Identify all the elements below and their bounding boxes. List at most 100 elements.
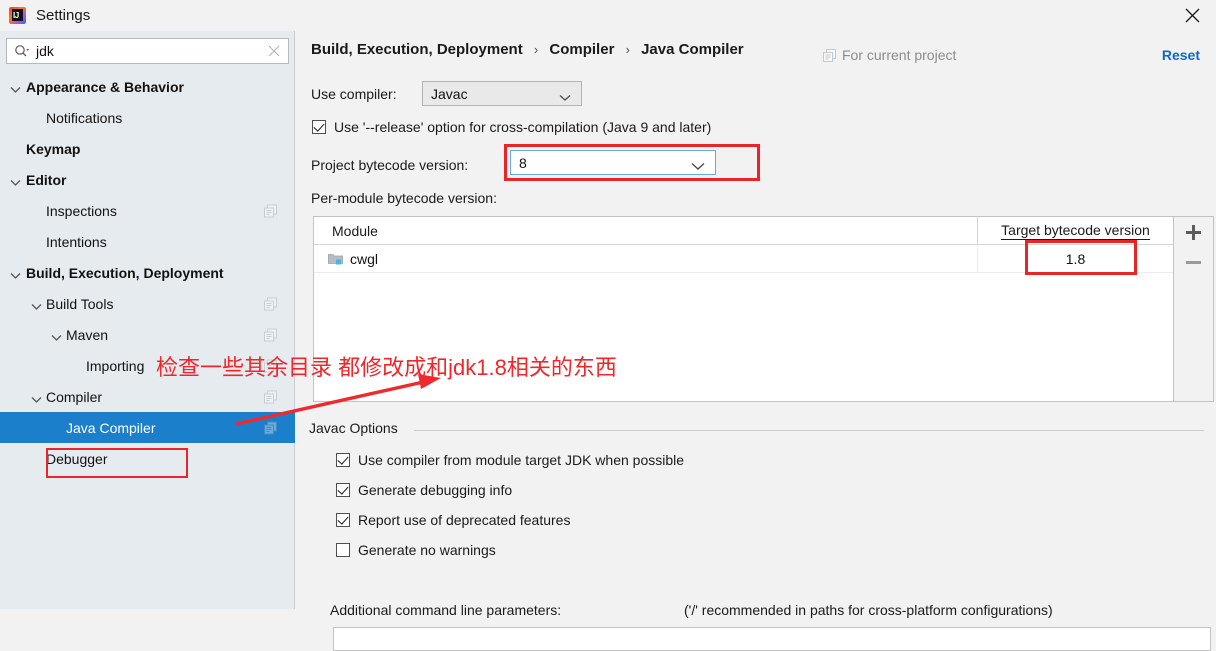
table-cell-module[interactable]: cwgl xyxy=(314,245,978,272)
sidebar-item-label: Editor xyxy=(26,171,67,188)
remove-module-button[interactable] xyxy=(1174,247,1212,277)
sidebar-item-appearance-behavior[interactable]: Appearance & Behavior xyxy=(0,71,295,102)
for-current-project-indicator: For current project xyxy=(823,47,956,63)
additional-parameters-hint: ('/' recommended in paths for cross-plat… xyxy=(684,602,1053,618)
reset-link[interactable]: Reset xyxy=(1162,47,1200,63)
sidebar-item-build-tools[interactable]: Build Tools xyxy=(0,288,295,319)
add-module-button[interactable] xyxy=(1174,217,1212,247)
column-header-module[interactable]: Module xyxy=(314,217,978,244)
sidebar-item-label: Compiler xyxy=(46,388,103,405)
settings-main-panel: Build, Execution, Deployment › Compiler … xyxy=(296,31,1216,651)
breadcrumb-part-3: Java Compiler xyxy=(641,41,744,58)
copy-settings-icon xyxy=(264,204,277,217)
checkbox-label: Report use of deprecated features xyxy=(358,512,571,528)
sidebar-item-notifications[interactable]: Notifications xyxy=(0,102,295,133)
chevron-down-icon xyxy=(559,90,571,105)
sidebar-item-keymap[interactable]: Keymap xyxy=(0,133,295,164)
chevron-down-icon[interactable] xyxy=(31,392,43,404)
use-compiler-dropdown[interactable]: Javac xyxy=(422,81,582,106)
copy-settings-icon xyxy=(264,421,277,434)
close-icon[interactable] xyxy=(1168,0,1216,31)
breadcrumb-separator: › xyxy=(533,42,539,57)
sidebar-item-compiler[interactable]: Compiler xyxy=(0,381,295,412)
sidebar-item-label: Notifications xyxy=(46,109,123,126)
column-header-target-label: Target bytecode version xyxy=(1001,221,1150,240)
copy-settings-icon xyxy=(823,48,836,62)
project-bytecode-version-label: Project bytecode version: xyxy=(311,157,469,173)
checkbox-box xyxy=(312,120,326,134)
chevron-down-icon[interactable] xyxy=(31,299,43,311)
sidebar-item-label: Build Tools xyxy=(46,295,114,312)
table-header: Module Target bytecode version xyxy=(314,217,1173,245)
chevron-down-icon xyxy=(691,159,705,174)
table-body: cwgl 1.8 xyxy=(314,245,1173,273)
checkbox-label: Generate debugging info xyxy=(358,482,513,498)
module-folder-icon xyxy=(328,252,343,265)
settings-sidebar: jdk Appearance & Behavior Notifications Ke… xyxy=(0,31,295,609)
title-bar: IJ Settings xyxy=(0,0,1216,31)
table-cell-target-bytecode-version[interactable]: 1.8 xyxy=(978,245,1173,272)
checkbox-label: Generate no warnings xyxy=(358,542,496,558)
checkbox-label: Use compiler from module target JDK when… xyxy=(358,452,685,468)
sidebar-item-intentions[interactable]: Intentions xyxy=(0,226,295,257)
sidebar-item-debugger[interactable]: Debugger xyxy=(0,443,295,474)
sidebar-item-editor[interactable]: Editor xyxy=(0,164,295,195)
project-bytecode-version-value: 8 xyxy=(519,154,527,171)
sidebar-item-label: Java Compiler xyxy=(66,419,156,436)
for-current-project-label: For current project xyxy=(842,47,957,63)
checkbox-box xyxy=(336,453,350,467)
search-input[interactable]: jdk xyxy=(6,38,289,64)
search-value: jdk xyxy=(36,43,54,59)
generate-debugging-info-checkbox[interactable]: Generate debugging info xyxy=(336,482,512,498)
use-release-option-label: Use '--release' option for cross-compila… xyxy=(334,119,712,135)
annotation-text: 检查一些其余目录 都修改成和jdk1.8相关的东西 xyxy=(156,355,617,380)
sidebar-item-java-compiler[interactable]: Java Compiler xyxy=(0,412,295,443)
sidebar-item-maven[interactable]: Maven xyxy=(0,319,295,350)
sidebar-item-label: Build, Execution, Deployment xyxy=(26,264,224,281)
table-row[interactable]: cwgl 1.8 xyxy=(314,245,1173,273)
use-compiler-label: Use compiler: xyxy=(311,86,397,102)
clear-icon[interactable] xyxy=(268,45,280,57)
chevron-down-icon[interactable] xyxy=(51,330,63,342)
breadcrumb-part-1[interactable]: Build, Execution, Deployment xyxy=(311,41,523,58)
use-compiler-from-module-target-jdk-checkbox[interactable]: Use compiler from module target JDK when… xyxy=(336,452,684,468)
sidebar-item-label: Inspections xyxy=(46,202,117,219)
table-action-buttons xyxy=(1174,216,1214,402)
breadcrumb-separator: › xyxy=(625,42,630,57)
settings-tree: Appearance & Behavior Notifications Keymap… xyxy=(0,71,295,474)
checkbox-box xyxy=(336,543,350,557)
use-release-option-checkbox[interactable]: Use '--release' option for cross-compila… xyxy=(312,119,711,135)
sidebar-item-inspections[interactable]: Inspections xyxy=(0,195,295,226)
module-name: cwgl xyxy=(350,250,379,267)
chevron-down-icon[interactable] xyxy=(10,175,22,187)
javac-options-title: Javac Options xyxy=(309,420,406,436)
additional-parameters-label: Additional command line parameters: xyxy=(330,602,562,618)
chevron-down-icon[interactable] xyxy=(10,268,22,280)
sidebar-item-build-execution-deployment[interactable]: Build, Execution, Deployment xyxy=(0,257,295,288)
report-deprecated-features-checkbox[interactable]: Report use of deprecated features xyxy=(336,512,570,528)
copy-settings-icon xyxy=(264,328,277,341)
copy-settings-icon xyxy=(264,297,277,310)
additional-parameters-input[interactable] xyxy=(333,627,1211,651)
sidebar-item-label: Keymap xyxy=(26,140,81,157)
breadcrumb-part-2[interactable]: Compiler xyxy=(549,41,614,58)
project-bytecode-version-dropdown[interactable]: 8 xyxy=(510,150,716,175)
checkbox-box xyxy=(336,513,350,527)
group-divider xyxy=(414,430,1204,431)
sidebar-item-label: Debugger xyxy=(46,450,108,467)
sidebar-item-label: Intentions xyxy=(46,233,107,250)
plus-icon xyxy=(1185,224,1201,240)
window-title: Settings xyxy=(36,7,91,24)
generate-no-warnings-checkbox[interactable]: Generate no warnings xyxy=(336,542,496,558)
copy-settings-icon xyxy=(264,390,277,403)
sidebar-item-label: Appearance & Behavior xyxy=(26,78,184,95)
chevron-down-icon[interactable] xyxy=(10,82,22,94)
intellij-idea-icon: IJ xyxy=(9,7,26,24)
breadcrumb: Build, Execution, Deployment › Compiler … xyxy=(311,41,744,58)
checkbox-box xyxy=(336,483,350,497)
per-module-bytecode-label: Per-module bytecode version: xyxy=(311,190,497,206)
sidebar-item-label: Maven xyxy=(66,326,109,343)
minus-icon xyxy=(1185,260,1201,264)
sidebar-item-label: Importing xyxy=(86,357,145,374)
column-header-target-bytecode-version[interactable]: Target bytecode version xyxy=(978,217,1173,244)
